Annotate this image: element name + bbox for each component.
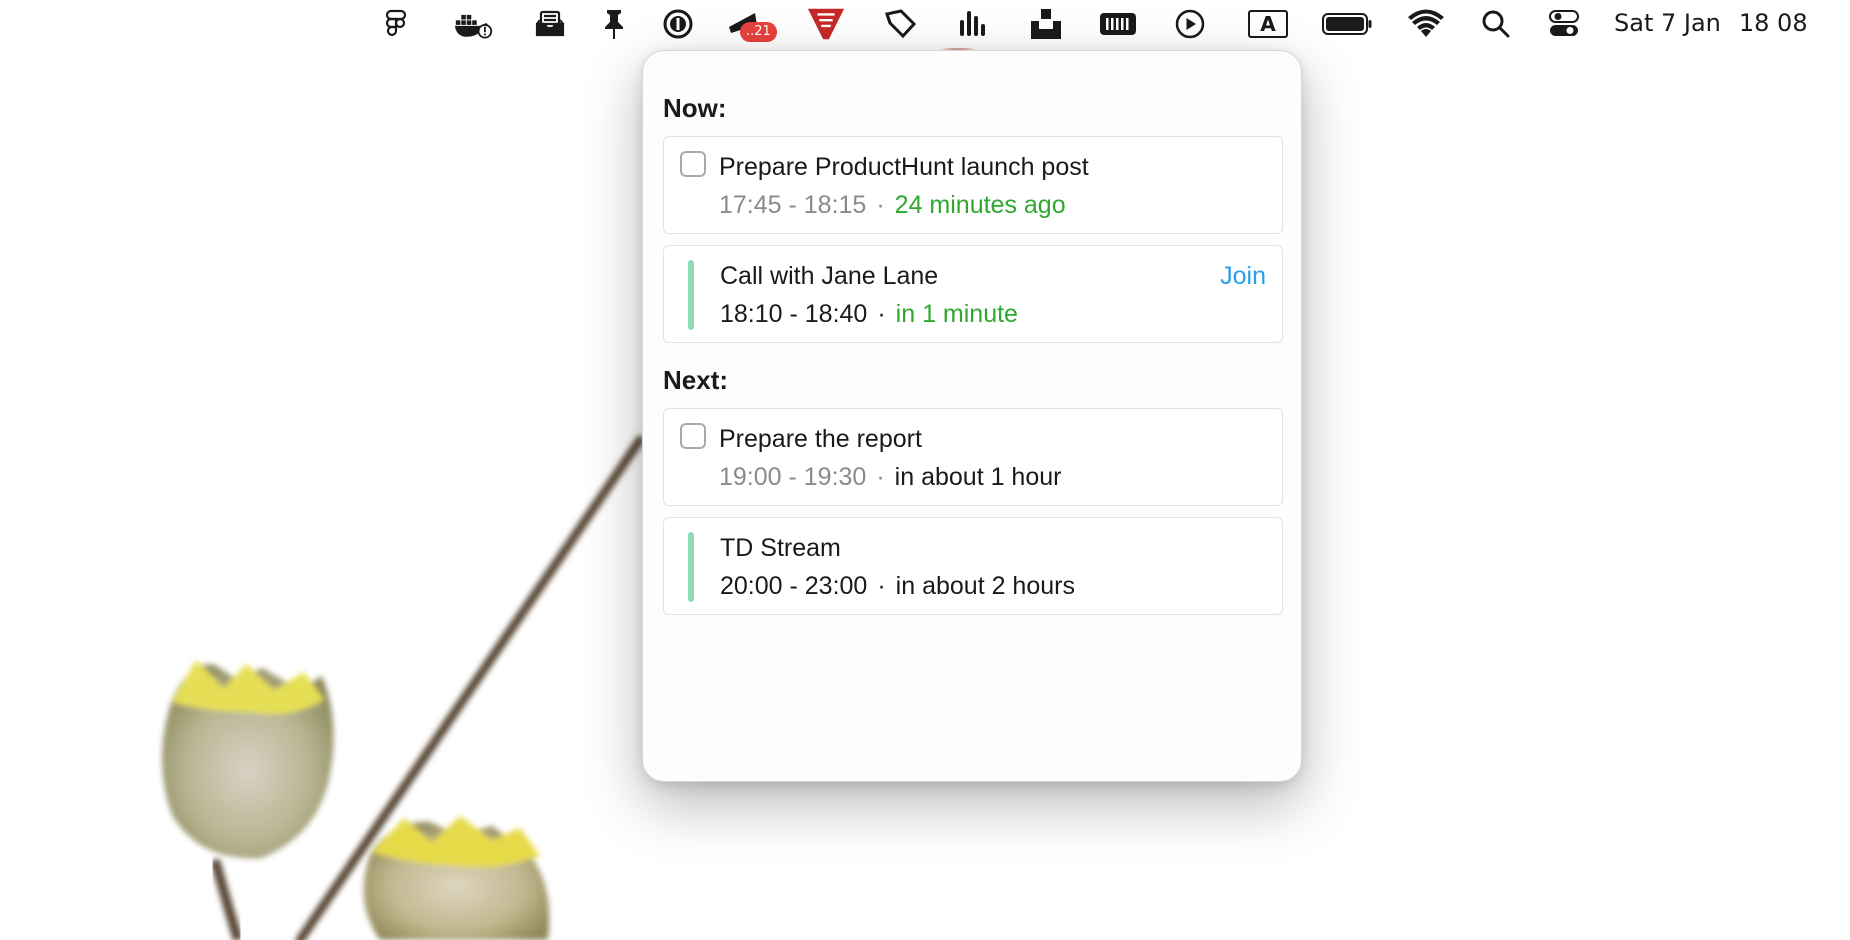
task-time-range: 19:00 - 19:30: [719, 463, 867, 491]
docker-icon[interactable]: [454, 6, 494, 42]
menu-bar: ..21 A Sat 7 Jan 18 08: [0, 0, 1850, 48]
task-checkbox[interactable]: [680, 151, 706, 177]
agenda-popover: Now: Prepare ProductHunt launch post 17:…: [642, 50, 1302, 782]
separator-dot: ·: [877, 572, 886, 600]
keyboard-icon[interactable]: [1098, 6, 1138, 42]
task-time-range: 17:45 - 18:15: [719, 191, 867, 219]
unarchiver-icon[interactable]: [1026, 6, 1066, 42]
event-color-bar: [688, 532, 694, 602]
shield-app-icon[interactable]: [806, 6, 846, 42]
now-section-title: Now:: [663, 93, 727, 123]
onepassword-icon[interactable]: [658, 6, 698, 42]
inbox-tray-icon[interactable]: [530, 6, 570, 42]
event-color-bar: [688, 260, 694, 330]
task-relative-time: in about 1 hour: [894, 463, 1062, 491]
task-card[interactable]: Prepare ProductHunt launch post 17:45 - …: [663, 136, 1283, 234]
clock-date: Sat 7 Jan: [1614, 9, 1721, 37]
task-title: Prepare ProductHunt launch post: [719, 153, 1089, 181]
event-card[interactable]: Call with Jane Lane 18:10 - 18:40 · in 1 m…: [663, 245, 1283, 343]
separator-dot: ·: [877, 300, 886, 328]
input-source-letter: A: [1260, 12, 1276, 36]
task-relative-time: 24 minutes ago: [894, 191, 1066, 219]
separator-dot: ·: [876, 463, 885, 491]
event-card[interactable]: TD Stream 20:00 - 23:00 · in about 2 hours: [663, 517, 1283, 615]
event-title: Call with Jane Lane: [720, 262, 939, 290]
task-title: Prepare the report: [719, 425, 922, 453]
mail-unread-badge: ..21: [740, 22, 777, 42]
clock-time: 18 08: [1738, 9, 1808, 37]
task-card[interactable]: Prepare the report 19:00 - 19:30 · in abou…: [663, 408, 1283, 506]
input-source-icon[interactable]: A: [1244, 6, 1292, 42]
task-checkbox[interactable]: [680, 423, 706, 449]
next-section-title: Next:: [663, 365, 729, 395]
event-relative-time: in about 2 hours: [895, 572, 1075, 600]
figma-icon[interactable]: [376, 6, 416, 42]
tag-icon[interactable]: [880, 6, 920, 42]
wifi-icon[interactable]: [1406, 6, 1446, 42]
separator-dot: ·: [876, 191, 885, 219]
event-time-range: 20:00 - 23:00: [720, 572, 868, 600]
battery-icon[interactable]: [1320, 6, 1374, 42]
event-title: TD Stream: [720, 534, 841, 562]
search-icon[interactable]: [1476, 6, 1516, 42]
play-circle-icon[interactable]: [1170, 6, 1210, 42]
event-relative-time: in 1 minute: [895, 300, 1018, 328]
audio-levels-icon[interactable]: [952, 6, 992, 42]
pin-icon[interactable]: [594, 6, 634, 42]
control-center-icon[interactable]: [1544, 6, 1584, 42]
join-link[interactable]: Join: [1220, 262, 1266, 291]
event-time-range: 18:10 - 18:40: [720, 300, 868, 328]
menubar-clock[interactable]: Sat 7 Jan 18 08: [1614, 8, 1808, 38]
